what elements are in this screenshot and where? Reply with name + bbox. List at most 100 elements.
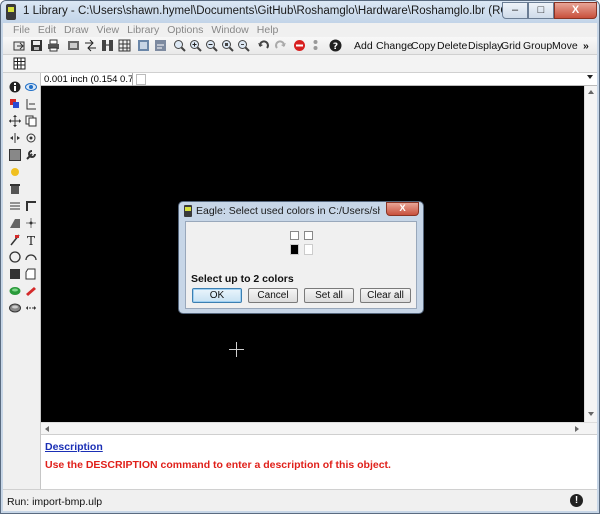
zoom-redraw-icon[interactable] <box>221 39 234 52</box>
set-all-button[interactable]: Set all <box>304 288 354 303</box>
group-icon[interactable] <box>9 149 21 161</box>
toolbar-display-button[interactable]: Display <box>468 40 502 52</box>
maximize-button[interactable]: □ <box>528 2 554 19</box>
scroll-left-icon[interactable] <box>45 426 49 432</box>
copy-icon[interactable] <box>25 115 37 127</box>
zoom-in-icon[interactable] <box>189 39 202 52</box>
scroll-up-icon[interactable] <box>588 90 594 94</box>
help-icon[interactable]: ? <box>329 39 342 52</box>
zoom-select-icon[interactable] <box>237 39 250 52</box>
dimension-icon[interactable] <box>25 302 37 314</box>
eagle-main-window: 1 Library - C:\Users\shawn.hymel\Documen… <box>0 0 600 514</box>
grid-settings-icon[interactable] <box>13 57 26 70</box>
save-icon[interactable] <box>30 39 43 52</box>
description-pane: Description Use the DESCRIPTION command … <box>41 434 597 489</box>
hole-icon[interactable] <box>9 302 21 314</box>
minimize-button[interactable]: – <box>502 2 528 19</box>
open-icon[interactable] <box>13 39 26 52</box>
dialog-app-icon <box>184 205 192 217</box>
menu-window[interactable]: Window <box>211 23 256 37</box>
smash-icon[interactable] <box>25 200 37 212</box>
arrows-icon[interactable] <box>84 39 97 52</box>
rotate-icon[interactable] <box>25 132 37 144</box>
toolbar-move-button[interactable]: Move <box>552 40 578 52</box>
color-2-checkbox[interactable] <box>304 231 313 240</box>
zoom-out-icon[interactable] <box>205 39 218 52</box>
toolbar-group-button[interactable]: Group <box>523 40 552 52</box>
toolbar-copy-button[interactable]: Copy <box>411 40 436 52</box>
scroll-right-icon[interactable] <box>575 426 579 432</box>
command-history-dropdown-icon[interactable] <box>587 75 593 79</box>
status-text: Run: import-bmp.ulp <box>7 496 103 508</box>
status-bar: Run: import-bmp.ulp ! <box>3 489 597 511</box>
info-icon[interactable] <box>9 81 21 93</box>
print-icon[interactable] <box>47 39 60 52</box>
scroll-down-icon[interactable] <box>588 412 594 416</box>
window-title: 1 Library - C:\Users\shawn.hymel\Documen… <box>23 5 523 17</box>
paste-icon[interactable] <box>9 166 21 178</box>
crosshair-cursor-vertical <box>236 342 237 357</box>
dialog-body: Select up to 2 colors OK Cancel Set all … <box>185 221 417 309</box>
eagle-app-icon <box>6 4 16 20</box>
delete-icon[interactable] <box>9 183 21 195</box>
svg-text:T: T <box>27 234 35 246</box>
stop-command-icon[interactable]: ! <box>570 494 583 507</box>
menu-library[interactable]: Library <box>127 23 167 37</box>
dialog-close-button[interactable]: X <box>386 202 419 216</box>
horizontal-scrollbar[interactable] <box>41 422 597 434</box>
parameter-toolbar <box>3 55 597 73</box>
dialog-title: Eagle: Select used colors in C:/Users/sh… <box>196 205 380 217</box>
toolbar-add-button[interactable]: Add <box>354 40 373 52</box>
board-switch-icon[interactable] <box>101 39 114 52</box>
dialog-message: Select up to 2 colors <box>191 273 294 285</box>
menu-options[interactable]: Options <box>167 23 211 37</box>
name-icon[interactable] <box>9 200 21 212</box>
color-1-checkbox[interactable] <box>290 231 299 240</box>
rect-icon[interactable] <box>9 268 21 280</box>
go-icon[interactable] <box>309 39 322 52</box>
wire-icon[interactable] <box>9 234 21 246</box>
arc-icon[interactable] <box>25 251 37 263</box>
smd-icon[interactable] <box>25 285 37 297</box>
ok-button[interactable]: OK <box>192 288 242 303</box>
cam-icon[interactable] <box>67 39 80 52</box>
redo-icon[interactable] <box>274 39 287 52</box>
command-line-input[interactable] <box>136 74 146 85</box>
circle-icon[interactable] <box>9 251 21 263</box>
clear-all-button[interactable]: Clear all <box>360 288 411 303</box>
run-ulp-icon[interactable] <box>154 39 167 52</box>
script-icon[interactable] <box>137 39 150 52</box>
toolbar-delete-button[interactable]: Delete <box>437 40 467 52</box>
miter-icon[interactable] <box>9 217 21 229</box>
close-button[interactable]: X <box>554 2 597 19</box>
pad-icon[interactable] <box>9 285 21 297</box>
stop-icon[interactable] <box>293 39 306 52</box>
menu-bar: File Edit Draw View Library Options Wind… <box>3 23 597 37</box>
toolbar-more-icon[interactable]: » <box>583 40 589 52</box>
polygon-icon[interactable] <box>25 268 37 280</box>
move-icon[interactable] <box>9 115 21 127</box>
split-icon[interactable] <box>25 217 37 229</box>
select-colors-dialog: Eagle: Select used colors in C:/Users/sh… <box>178 201 424 314</box>
grid-icon[interactable] <box>118 39 131 52</box>
description-link[interactable]: Description <box>45 441 103 453</box>
menu-edit[interactable]: Edit <box>38 23 64 37</box>
toolbar-change-button[interactable]: Change <box>376 40 413 52</box>
menu-help[interactable]: Help <box>257 23 287 37</box>
menu-draw[interactable]: Draw <box>64 23 97 37</box>
toolbar-grid-button[interactable]: Grid <box>501 40 521 52</box>
color-2-swatch <box>304 244 313 255</box>
mark-icon[interactable] <box>25 98 37 110</box>
zoom-fit-icon[interactable] <box>173 39 186 52</box>
show-icon[interactable] <box>25 81 37 93</box>
text-icon[interactable]: T <box>25 234 37 246</box>
main-toolbar: ? Add Change Copy Delete Display Grid Gr… <box>3 37 597 55</box>
display-layers-icon[interactable] <box>9 98 21 110</box>
menu-file[interactable]: File <box>13 23 38 37</box>
cancel-button[interactable]: Cancel <box>248 288 298 303</box>
vertical-scrollbar[interactable] <box>584 86 597 422</box>
undo-icon[interactable] <box>257 39 270 52</box>
mirror-icon[interactable] <box>9 132 21 144</box>
change-wrench-icon[interactable] <box>25 149 37 161</box>
menu-view[interactable]: View <box>97 23 128 37</box>
